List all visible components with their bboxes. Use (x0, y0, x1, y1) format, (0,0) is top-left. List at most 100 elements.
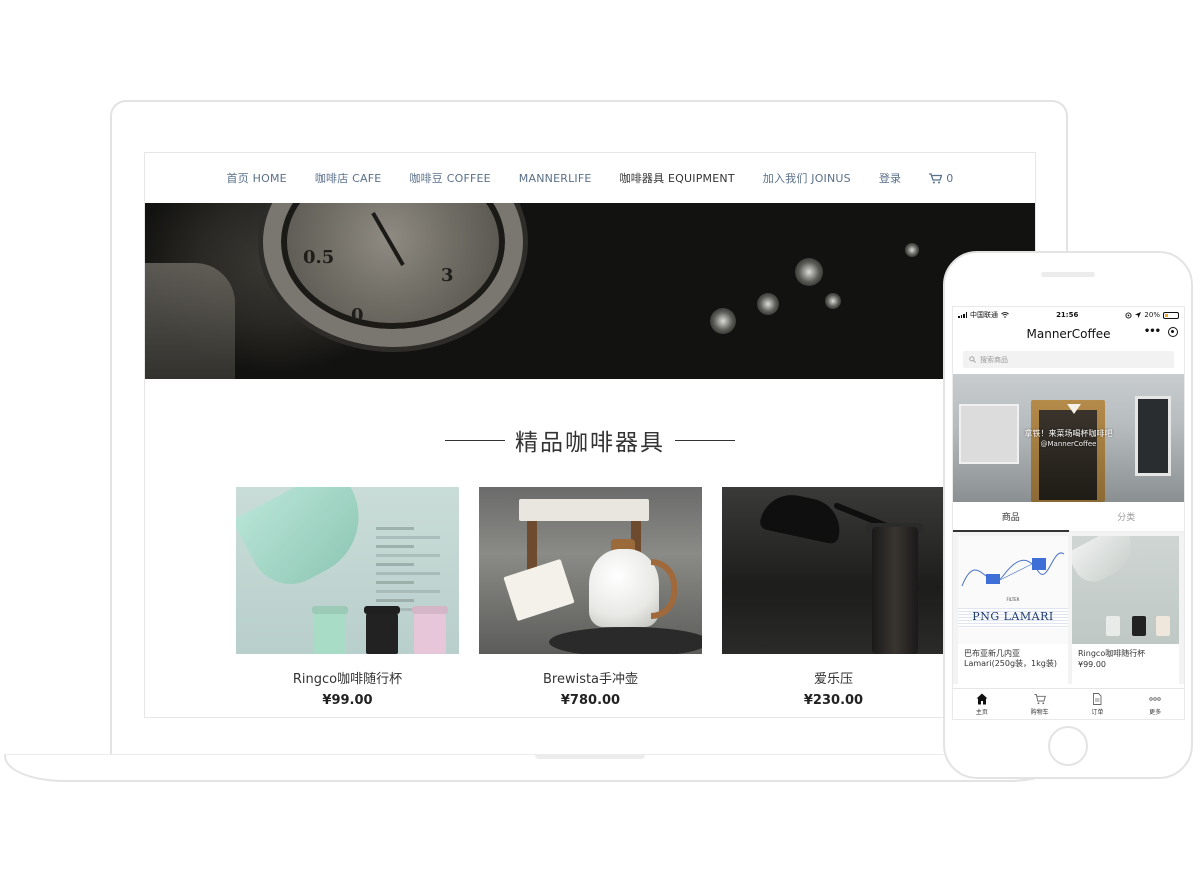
battery-percent: 20% (1144, 311, 1160, 319)
section-heading: 精品咖啡器具 (145, 423, 1035, 457)
product-name[interactable]: Ringco咖啡随行杯 (1072, 644, 1179, 659)
tabbar-more[interactable]: 更多 (1126, 689, 1184, 719)
laptop-notch (535, 755, 645, 759)
tabbar-label: 订单 (1091, 708, 1104, 716)
mini-program-title-bar: MannerCoffee ••• (953, 323, 1184, 345)
product-grid: Ringco咖啡随行杯 ¥99.00 Brewista手冲壶 ¥780.00 爱… (145, 487, 1035, 708)
banner-caption: 拿铁！来菜场喝杯咖啡吧 (1024, 429, 1113, 438)
cup-graphic (1156, 616, 1170, 636)
tab-categories[interactable]: 分类 (1069, 502, 1185, 531)
kettle-handle (651, 559, 677, 619)
cup-graphic (1132, 616, 1146, 636)
cup-graphic (314, 612, 346, 654)
phone-home-button[interactable] (1048, 726, 1088, 766)
nav-coffee[interactable]: 咖啡豆 COFFEE (409, 170, 490, 186)
top-nav: 首页 HOME 咖啡店 CAFE 咖啡豆 COFFEE MANNERLIFE 咖… (145, 153, 1035, 203)
cart-icon (929, 172, 943, 183)
product-card-brewista[interactable]: Brewista手冲壶 ¥780.00 (479, 487, 702, 708)
lamp-graphic (1067, 404, 1081, 414)
more-dots-icon[interactable]: ••• (1144, 326, 1161, 337)
stand-graphic (519, 499, 649, 521)
product-image[interactable] (236, 487, 459, 654)
wifi-icon (1001, 312, 1009, 318)
nav-joinus[interactable]: 加入我们 JOINUS (763, 170, 851, 186)
category-tabs: 商品 分类 (953, 502, 1184, 532)
store-door (1039, 410, 1097, 500)
tumbler-graphic (1072, 536, 1142, 589)
search-input[interactable]: 搜索商品 (963, 351, 1174, 368)
tabbar-orders[interactable]: 订单 (1069, 689, 1127, 719)
search-placeholder: 搜索商品 (980, 355, 1008, 364)
product-name[interactable]: Ringco咖啡随行杯 (236, 668, 459, 687)
product-card-ringco[interactable]: Ringco咖啡随行杯 ¥99.00 (236, 487, 459, 708)
battery-icon (1162, 311, 1179, 319)
cup-graphic (414, 612, 446, 654)
nav-login[interactable]: 登录 (879, 170, 901, 186)
nav-cafe[interactable]: 咖啡店 CAFE (315, 170, 382, 186)
mini-program-screen: 中国联通 21:56 20% MannerCoffee ••• 搜索商品 拿铁！… (952, 306, 1185, 720)
gauge-number: 0.5 (303, 247, 335, 268)
filter-label: FILTER (1006, 597, 1020, 602)
kettle-graphic (589, 549, 659, 627)
carrier-name: 中国联通 (970, 311, 998, 319)
phone-product-grid: FILTER PNG LAMARI 巴布亚新几内亚Lamari(250g装，1k… (953, 532, 1184, 684)
bottom-tab-bar: 主页 购物车 订单 更多 (953, 688, 1184, 719)
aeropress-graphic (872, 527, 918, 654)
location-icon (1135, 312, 1142, 318)
mini-program-title: MannerCoffee (1026, 327, 1111, 341)
tab-products[interactable]: 商品 (953, 502, 1069, 532)
product-image[interactable] (479, 487, 702, 654)
nav-mannerlife[interactable]: MANNERLIFE (519, 172, 592, 185)
product-name[interactable]: Brewista手冲壶 (479, 668, 702, 687)
cup-graphic (366, 612, 398, 654)
gauge-needle (371, 212, 405, 266)
search-icon (969, 356, 976, 363)
bokeh-light (757, 293, 779, 315)
product-card-aeropress[interactable]: 爱乐压 ¥230.00 (722, 487, 945, 708)
product-image[interactable] (722, 487, 945, 654)
product-image[interactable]: FILTER PNG LAMARI (958, 536, 1068, 644)
section-title: 精品咖啡器具 (515, 430, 665, 456)
signal-icon (958, 312, 967, 318)
product-price: ¥99.00 (322, 693, 373, 708)
tabbar-home[interactable]: 主页 (953, 689, 1011, 719)
status-bar: 中国联通 21:56 20% (953, 307, 1184, 323)
tabbar-label: 主页 (975, 708, 988, 716)
product-price: ¥780.00 (560, 693, 621, 708)
more-icon (1149, 696, 1161, 701)
store-banner[interactable]: 拿铁！来菜场喝杯咖啡吧 @MannerCoffee (953, 374, 1184, 502)
bokeh-light (795, 258, 823, 286)
cup-graphic (1106, 616, 1120, 636)
close-target-icon[interactable] (1168, 326, 1178, 337)
product-name[interactable]: 巴布亚新几内亚Lamari(250g装，1kg装) (958, 644, 1068, 669)
nav-cart[interactable]: 0 (929, 172, 953, 185)
home-icon (976, 693, 988, 704)
bokeh-light (825, 293, 841, 309)
product-image[interactable] (1072, 536, 1179, 644)
cart-icon (1034, 693, 1046, 704)
tabbar-cart[interactable]: 购物车 (1011, 689, 1069, 719)
bokeh-light (905, 243, 919, 257)
black-kettle-graphic (758, 489, 846, 545)
phone-product-card[interactable]: Ringco咖啡随行杯 ¥99.00 (1072, 536, 1179, 684)
flavor-chart-graphic (961, 552, 1065, 587)
gauge-number: 3 (441, 265, 454, 286)
nav-equipment[interactable]: 咖啡器具 EQUIPMENT (620, 170, 735, 186)
tabbar-label: 购物车 (1030, 708, 1049, 716)
filter-paper-graphic (503, 558, 575, 622)
gauge-number: 0 (351, 305, 364, 326)
phone-speaker (1041, 272, 1095, 277)
heading-rule-left (445, 439, 505, 441)
product-name[interactable]: 爱乐压 (722, 668, 945, 687)
phone-product-card[interactable]: FILTER PNG LAMARI 巴布亚新几内亚Lamari(250g装，1k… (958, 536, 1068, 684)
scale-base-graphic (549, 627, 702, 654)
capsule-menu: ••• (1144, 326, 1178, 337)
tumbler-graphic (236, 487, 380, 599)
nav-home[interactable]: 首页 HOME (227, 170, 287, 186)
order-icon (1093, 692, 1102, 705)
product-price: ¥230.00 (803, 693, 864, 708)
heading-rule-right (675, 439, 735, 441)
hero-banner: 0.5 3 0 (145, 203, 1035, 379)
tabbar-label: 更多 (1149, 708, 1162, 716)
cart-count: 0 (946, 171, 954, 185)
